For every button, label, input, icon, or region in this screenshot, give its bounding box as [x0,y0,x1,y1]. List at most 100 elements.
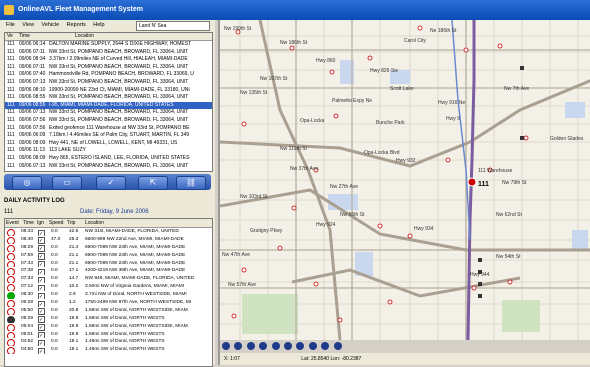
event-icon [7,236,15,244]
vehicle-row[interactable]: 111 09/06 07:11 NW 33rd St, POMPANO BEACH,… [5,49,212,57]
col-location[interactable]: Location [75,33,94,39]
vehicle-row[interactable]: 111 09/06 08:55 I-95, MIAMI, MIAMI-DADE, F… [5,101,212,110]
vehicle-row[interactable]: 111 09/06 08:10 19900-20099 NE 23rd Ct, MI… [5,87,212,95]
refresh-icon[interactable] [308,342,317,350]
export-icon[interactable]: ⇱ [138,176,168,190]
log-row[interactable]: 06:30 ✓ 0.0 2.9 3.7mi NW of Doral, NORTH WES… [5,291,212,300]
vehicle-row[interactable]: 111 09/06 08:09 Hwy 865, ESTERO ISLAND, LE… [5,155,212,163]
menu-vehicle[interactable]: Vehicle [41,20,59,30]
vehicle-row[interactable]: 111 09/06 08:34 3.37km / 2.09miles NE of C… [5,56,212,64]
vehicle-row[interactable]: 111 09/06 06:09 7.18km / 4.46miles SE of P… [5,132,212,140]
log-row[interactable]: 07:33 ✓ 0.0 14.7 NW 948, MIAMI, MIAMI-DADE, … [5,275,212,284]
cursor-icon[interactable] [333,342,342,350]
log-row[interactable]: 08:40 ✓ 47.0 25.3 6600-999 NW 22nd Ave, MIAM… [5,236,212,244]
log-row[interactable]: 04:50 ✓ 0.0 18.1 1.49mi SW of Doral, NORTH W… [5,346,212,355]
col-ve[interactable]: Ve [7,33,13,39]
vehicle-id: 111 [7,162,15,169]
vehicle-row[interactable]: 111 09/06 08:55 NW 33rd St, POMPANO BEACH,… [5,94,212,102]
col-time[interactable]: Time [19,33,30,39]
log-row[interactable]: 05:01 ✓ 0.0 19.8 1.59mi SW of Doral, NORTH W… [5,331,212,339]
log-row[interactable]: 08:29 ✓ 0.0 21.4 6900-7099 NW 24th Ave, MIAM… [5,244,212,252]
vehicle-pin-icon[interactable] [467,177,477,187]
map-street-label: Nw 103rd St [240,194,268,200]
log-trip: 20.8 [69,307,79,313]
log-row[interactable]: 04:52 ✓ 0.0 18.1 1.49mi SW of Doral, NORTH W… [5,338,212,347]
settings-icon[interactable]: ✓ [96,176,126,190]
vehicle-id: 111 [7,94,15,101]
log-speed: 0.0 [51,276,58,282]
vehicle-row[interactable]: 111 09/06 08:09 Hwy 441, NE of LOWELL, LOW… [5,140,212,148]
stop-icon[interactable] [321,342,330,350]
log-row[interactable]: 05:04 ✓ 0.0 19.8 1.59mi SW of Doral, NORTH W… [5,323,212,331]
globe-icon[interactable]: ◎ [12,176,42,190]
col-event[interactable]: Event [6,220,19,226]
vehicle-row[interactable]: 111 09/06 07:13 NW 33rd St, POMPANO BEACH,… [5,109,212,117]
event-icon [7,300,15,307]
log-location: 6900-7099 NW 24th Ave, MIAMI, MIAMI-DADE [85,244,186,250]
log-trip: 10.2 [69,284,79,290]
event-icon [7,331,15,339]
center-icon[interactable] [296,342,305,350]
log-speed: 0.0 [51,323,58,329]
pan-up-icon[interactable] [271,342,280,350]
col-ign[interactable]: Ign [37,220,44,226]
map-street-label: Hwy 826 Sw [370,68,398,74]
log-table-body: 08:43 ✓ 0.0 42.6 NW 31st, MIAMI-DADE, FLORID… [5,228,212,355]
menu-view[interactable]: View [22,20,34,30]
menu-file[interactable]: File [6,20,15,30]
log-speed: 0.0 [51,252,58,258]
log-row[interactable]: 06:28 ✓ 0.0 1.2 1750-2499 NW 87th Ave, NORTH… [5,299,212,307]
col-speed[interactable]: Speed [49,220,63,226]
log-row[interactable]: 07:59 ✓ 0.0 21.1 6900-7099 NW 24th Ave, MIAM… [5,252,212,260]
menu-reports[interactable]: Reports [67,20,86,30]
vehicle-time: 09/06 06:09 [19,132,46,139]
vehicle-id: 111 [7,71,15,78]
vehicle-row[interactable]: 111 09/06 06:14 DALTON MARINE SUPPLY, 2644… [5,41,212,49]
zoom-in-icon[interactable] [234,342,243,350]
log-time: 06:30 [21,292,34,298]
truck-icon[interactable]: ▭ [52,176,82,190]
log-time: 07:12 [21,284,34,290]
log-row[interactable]: 07:12 ✓ 0.0 10.2 3.50mi NW of Virginia Garde… [5,283,212,292]
pan-left-icon[interactable] [246,342,255,350]
col-time[interactable]: Time [23,220,34,226]
links-icon[interactable]: ⛓ [176,176,206,190]
log-time: 05:04 [21,323,34,329]
event-icon [7,307,15,315]
log-date: Date: Friday, 9 June 2006 [80,209,149,215]
menu-help[interactable]: Help [93,20,104,30]
log-row[interactable]: 05:29 ✓ 0.0 19.8 1.59mi SW of Doral, NORTH W… [5,315,212,323]
map-panel[interactable]: Nw 199th St Nw 186th St Ne 186th St Nw 167t… [218,19,590,365]
zoom-out-icon[interactable] [222,342,230,350]
event-icon [7,229,15,236]
map-street-label: Nw 135th St [240,90,268,96]
vehicle-row[interactable]: 111 09/06 11:13 113 LAKE SUZY [5,147,212,155]
street-map[interactable]: Nw 199th St Nw 186th St Ne 186th St Nw 167t… [219,19,590,341]
vehicle-row[interactable]: 111 09/06 07:13 NW 33rd St, POMPANO BEACH,… [5,163,212,171]
vehicle-location: NW 33rd St, POMPANO BEACH, BROWARD, FL 3… [49,48,189,55]
ignition-checkbox: ✓ [38,347,45,355]
log-trip: 14.7 [69,276,79,282]
vehicle-select[interactable]: Land N' Sea [136,21,210,31]
log-row[interactable]: 07:38 ✓ 0.0 17.1 4200-4219 NW 36th Ave, MIAM… [5,267,212,276]
log-row[interactable]: 05:50 ✓ 0.0 20.8 1.59mi SW of Doral, NORTH W… [5,307,212,315]
vehicle-location: Exited geofence 111 Warehouse at NW 33rd… [49,124,190,131]
col-trip[interactable]: Trip [67,220,75,226]
vehicle-id: 111 [7,78,15,85]
log-row[interactable]: 08:43 ✓ 0.0 42.6 NW 31st, MIAMI-DADE, FLORID… [5,228,212,236]
vehicle-row[interactable]: 111 09/06 07:11 NW 33rd St, POMPANO BEACH,… [5,64,212,72]
vehicle-row[interactable]: 111 09/06 07:56 NW 33rd St, POMPANO BEACH,… [5,117,212,125]
vehicle-row[interactable]: 111 09/06 07:56 Exited geofence 111 Wareho… [5,125,212,133]
log-speed: 0.0 [51,284,58,290]
vehicle-row[interactable]: 111 09/06 07:13 NW 33rd St, POMPANO BEACH,… [5,79,212,87]
window-title: OnlineAVL Fleet Management System [18,6,143,13]
pan-right-icon[interactable] [259,342,268,350]
vehicle-time: 09/06 08:55 [19,101,46,108]
vehicle-time: 09/06 07:56 [19,116,46,123]
vehicle-row[interactable]: 111 09/06 07:40 Hammondville Rd, POMPANO B… [5,71,212,79]
log-row[interactable]: 07:43 ✓ 0.0 21.1 6900-7099 NW 24th Ave, MIAM… [5,260,212,268]
pan-down-icon[interactable] [283,342,292,350]
vehicle-location: Hwy 441, NE of LOWELL, LOWELL, KENT, MI … [49,139,178,146]
log-location: 1.49mi SW of Doral, NORTH WESTS [85,339,165,345]
col-location[interactable]: Location [85,220,104,226]
